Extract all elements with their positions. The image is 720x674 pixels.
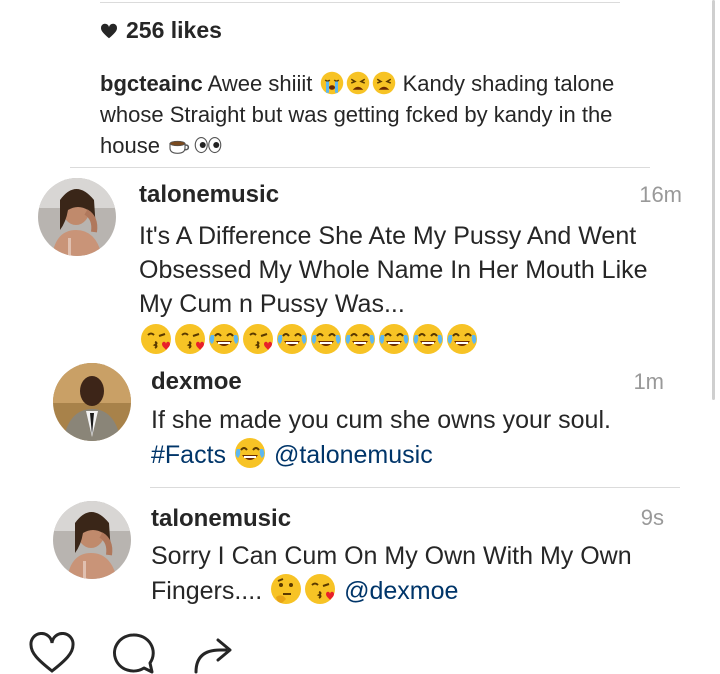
- heart-filled-icon: [100, 23, 118, 38]
- post-actions: [28, 632, 236, 674]
- weary-face-icon: [372, 71, 396, 95]
- eyes-icon: [193, 133, 223, 157]
- reply-username[interactable]: dexmoe: [151, 368, 242, 396]
- tears-of-joy-icon: [208, 323, 240, 355]
- like-icon[interactable]: [28, 632, 76, 674]
- caption-text-1: Awee shiiit: [207, 71, 313, 96]
- comment-text: It's A Difference She Ate My Pussy And W…: [139, 219, 684, 358]
- comment-icon[interactable]: [110, 632, 156, 674]
- reply-text: Sorry I Can Cum On My Own With My Own Fi…: [151, 539, 671, 608]
- hashtag-link[interactable]: #Facts: [151, 441, 226, 469]
- reply-timestamp: 9s: [640, 505, 664, 530]
- tears-of-joy-icon: [446, 323, 478, 355]
- weary-face-icon: [346, 71, 370, 95]
- face-blowing-kiss-icon: [140, 323, 172, 355]
- reply-divider: [150, 487, 680, 488]
- caption-username[interactable]: bgcteainc: [100, 71, 203, 96]
- face-blowing-kiss-icon: [304, 573, 336, 605]
- caption-divider: [70, 167, 650, 168]
- tea-cup-icon: [167, 133, 191, 157]
- avatar[interactable]: [38, 178, 116, 256]
- mention-link[interactable]: @talonemusic: [274, 441, 433, 469]
- share-icon[interactable]: [190, 632, 236, 674]
- likes-divider: [100, 2, 620, 3]
- comment-timestamp: 16m: [639, 182, 682, 207]
- tears-of-joy-icon: [276, 323, 308, 355]
- comment-body: It's A Difference She Ate My Pussy And W…: [139, 222, 648, 318]
- reply-body: If she made you cum she owns your soul.: [151, 406, 611, 434]
- reply-timestamp: 1m: [633, 369, 664, 394]
- likes-label: 256 likes: [126, 17, 222, 43]
- comment-username[interactable]: talonemusic: [139, 181, 279, 209]
- post-caption: bgcteainc Awee shiiit Kandy shading talo…: [100, 68, 620, 161]
- crying-face-icon: [320, 71, 344, 95]
- face-blowing-kiss-icon: [174, 323, 206, 355]
- face-blowing-kiss-icon: [242, 323, 274, 355]
- tears-of-joy-icon: [412, 323, 444, 355]
- thinking-face-icon: [270, 573, 302, 605]
- reply-text: If she made you cum she owns your soul. …: [151, 403, 671, 472]
- likes-count[interactable]: 256 likes: [100, 17, 222, 44]
- avatar[interactable]: [53, 501, 131, 579]
- avatar[interactable]: [53, 363, 131, 441]
- tears-of-joy-icon: [344, 323, 376, 355]
- mention-link[interactable]: @dexmoe: [344, 577, 458, 605]
- scrollbar[interactable]: [712, 0, 715, 400]
- tears-of-joy-icon: [378, 323, 410, 355]
- reply-username[interactable]: talonemusic: [151, 505, 291, 533]
- tears-of-joy-icon: [310, 323, 342, 355]
- tears-of-joy-icon: [234, 437, 266, 469]
